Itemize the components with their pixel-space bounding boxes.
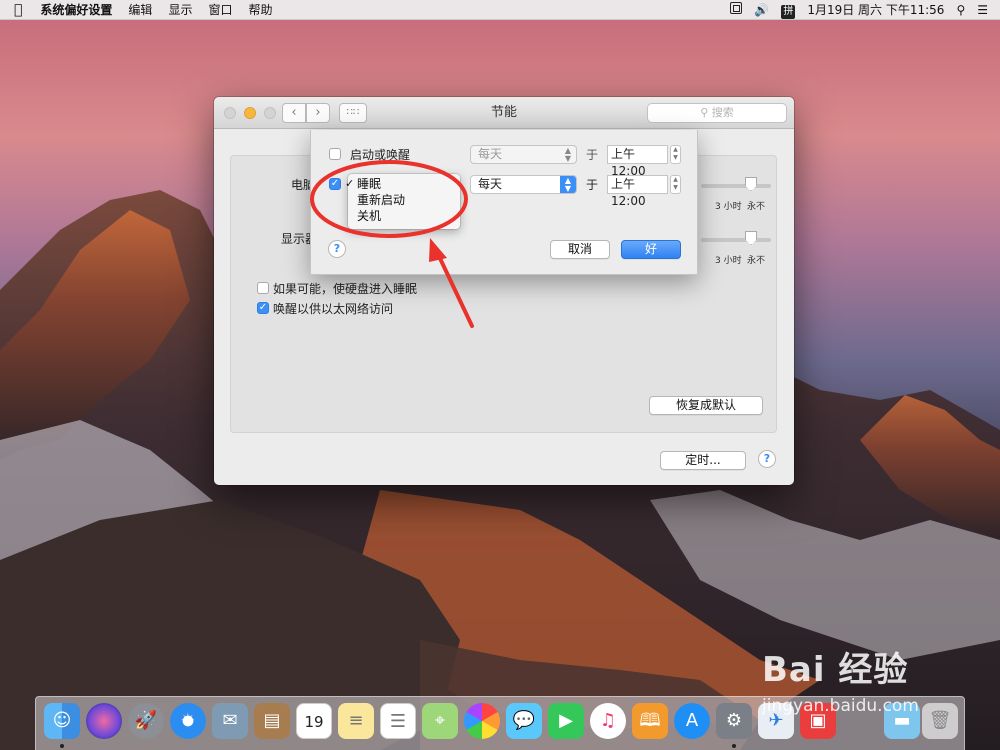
input-method-icon[interactable]: 拼: [775, 0, 801, 20]
menu-bar:  系统偏好设置 编辑 显示 窗口 帮助 🔊 拼 1月19日 周六 下午11:5…: [0, 0, 1000, 20]
sheet-help-button[interactable]: ?: [328, 240, 346, 258]
notes-icon[interactable]: ≡: [338, 703, 374, 739]
watermark-brand: Bai 经验: [762, 650, 909, 690]
startup-time-stepper[interactable]: ▲ ▼: [670, 145, 681, 164]
baidu-watermark: Bai 经验 jingyan.baidu.com: [760, 642, 990, 722]
action-time-field[interactable]: 上午12:00: [607, 175, 668, 208]
system-preferences-icon[interactable]: ⚙: [716, 703, 752, 739]
apple-menu-icon[interactable]: : [0, 0, 32, 20]
ibooks-icon[interactable]: 🕮: [632, 703, 668, 739]
running-indicator: [732, 744, 736, 748]
startup-time-field[interactable]: 上午12:00: [607, 145, 668, 178]
siri-icon[interactable]: [86, 703, 122, 739]
app-menu[interactable]: 系统偏好设置: [32, 0, 120, 20]
screen-mirror-icon[interactable]: [724, 0, 748, 20]
display-sleep-slider[interactable]: [701, 238, 771, 242]
menu-view[interactable]: 显示: [160, 0, 200, 20]
tick-3h-display: 3 小时: [715, 256, 742, 266]
startup-at-label: 于: [586, 148, 599, 162]
clock[interactable]: 1月19日 周六 下午11:56: [801, 0, 950, 20]
facetime-icon[interactable]: ▶: [548, 703, 584, 739]
ok-button[interactable]: 好: [621, 240, 681, 259]
volume-icon[interactable]: 🔊: [748, 0, 775, 20]
cancel-button[interactable]: 取消: [550, 240, 610, 259]
safari-icon[interactable]: ✴: [170, 703, 206, 739]
restore-defaults-button[interactable]: 恢复成默认: [649, 396, 763, 415]
network-wake-checkbox[interactable]: ✓: [257, 302, 269, 314]
startup-frequency-value: 每天: [478, 147, 503, 161]
launchpad-icon[interactable]: 🚀: [128, 703, 164, 739]
menu-item-sleep[interactable]: ✓ 睡眠: [345, 176, 460, 192]
action-menu: ✓ 睡眠 重新启动 关机: [345, 174, 460, 229]
search-field[interactable]: ⚲ 搜索: [647, 103, 787, 123]
action-time-stepper[interactable]: ▲ ▼: [670, 175, 681, 194]
spotlight-icon[interactable]: ⚲: [950, 0, 971, 20]
action-checkbox[interactable]: ✓: [329, 178, 341, 190]
itunes-icon[interactable]: ♫: [590, 703, 626, 739]
watermark-url: jingyan.baidu.com: [762, 696, 919, 716]
menu-edit[interactable]: 编辑: [120, 0, 160, 20]
schedule-button[interactable]: 定时...: [660, 451, 746, 470]
menu-item-restart[interactable]: 重新启动: [348, 192, 460, 208]
search-placeholder: 搜索: [711, 106, 734, 119]
computer-sleep-slider[interactable]: [701, 184, 771, 188]
tick-never: 永不: [747, 202, 766, 212]
help-button[interactable]: ?: [758, 450, 776, 468]
notification-center-icon[interactable]: ☰: [971, 0, 1000, 20]
checkmark-icon: ✓: [345, 177, 355, 190]
mail-icon[interactable]: ✉: [212, 703, 248, 739]
action-frequency-popup[interactable]: 每天 ▲ ▼: [470, 175, 577, 194]
chevron-updown-icon: ▲▼: [560, 176, 576, 193]
computer-sleep-slider-knob[interactable]: [745, 177, 757, 191]
contacts-icon[interactable]: ▤: [254, 703, 290, 739]
messages-icon[interactable]: 💬: [506, 703, 542, 739]
menu-window[interactable]: 窗口: [200, 0, 240, 20]
reminders-icon[interactable]: ☰: [380, 703, 416, 739]
finder-icon[interactable]: ☺: [44, 703, 80, 739]
startup-frequency-popup[interactable]: 每天 ▲ ▼: [470, 145, 577, 164]
app-store-icon[interactable]: A: [674, 703, 710, 739]
display-sleep-slider-knob[interactable]: [745, 231, 757, 245]
startup-wake-checkbox[interactable]: [329, 148, 341, 160]
search-icon: ⚲: [700, 106, 712, 119]
photos-icon[interactable]: [464, 703, 500, 739]
menu-item-shutdown[interactable]: 关机: [348, 208, 460, 224]
title-bar: ‹ › ∷∷ 节能 ⚲ 搜索: [214, 97, 794, 129]
menu-help[interactable]: 帮助: [240, 0, 280, 20]
running-indicator: [60, 744, 64, 748]
action-at-label: 于: [586, 178, 599, 192]
chevron-updown-icon: ▲▼: [564, 146, 572, 163]
action-frequency-value: 每天: [478, 177, 503, 191]
calendar-icon[interactable]: 19: [296, 703, 332, 739]
disk-sleep-label: 如果可能，使硬盘进入睡眠: [273, 282, 418, 296]
maps-icon[interactable]: ⌖: [422, 703, 458, 739]
network-wake-label: 唤醒以供以太网络访问: [273, 302, 394, 316]
tick-never-display: 永不: [747, 256, 766, 266]
startup-wake-label: 启动或唤醒: [350, 148, 411, 162]
schedule-sheet: 启动或唤醒 每天 ▲▼ 于 上午12:00 ▲▼ ✓ ▲▼ 每天 ▲▼ 于 上午…: [310, 130, 698, 275]
disk-sleep-checkbox[interactable]: [257, 282, 269, 294]
tick-3h: 3 小时: [715, 202, 742, 212]
